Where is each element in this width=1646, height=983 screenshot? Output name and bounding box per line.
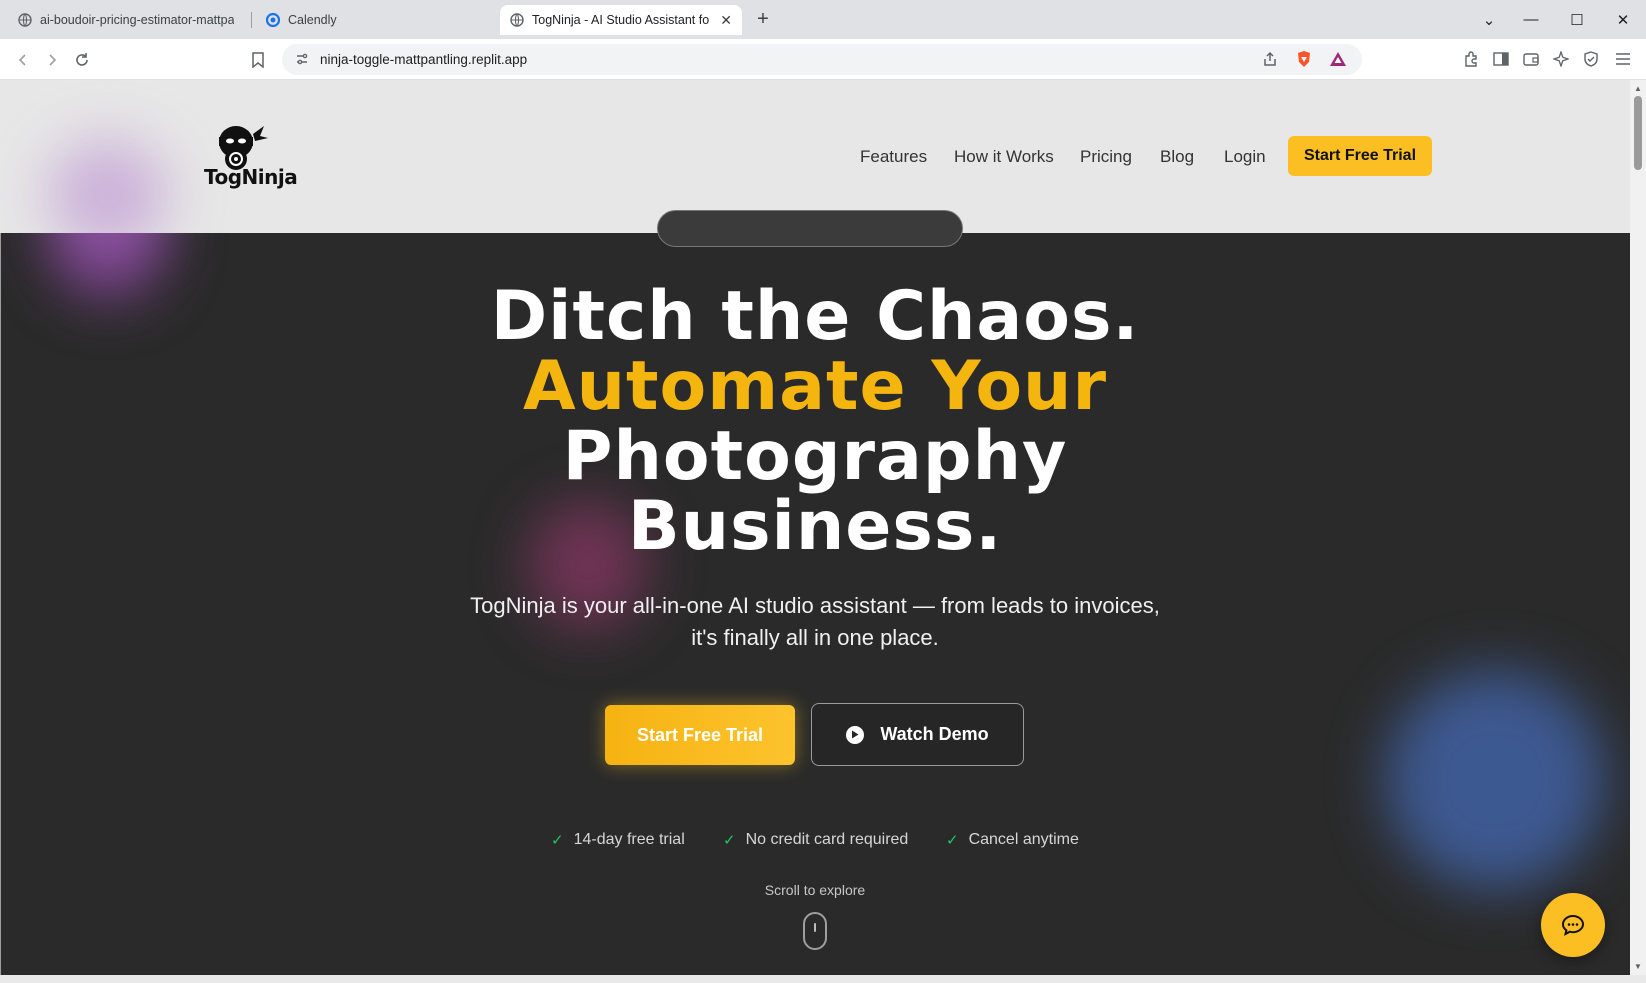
- hero-badge-pill: [657, 210, 963, 247]
- url-text: ninja-toggle-mattpantling.replit.app: [320, 52, 528, 67]
- nav-pricing[interactable]: Pricing: [1080, 147, 1132, 167]
- togninja-logo[interactable]: TogNinja: [204, 122, 298, 194]
- hero-title-line-4: Business.: [627, 487, 1003, 566]
- chat-bubble-icon: [1561, 914, 1585, 936]
- maximize-button[interactable]: ☐: [1554, 0, 1600, 39]
- scrollbar-thumb[interactable]: [1634, 96, 1642, 170]
- tab-search-chevron-icon[interactable]: ⌄: [1466, 0, 1512, 39]
- tab-label: ai-boudoir-pricing-estimator-mattpa: [40, 13, 234, 27]
- calendly-icon: [266, 13, 280, 27]
- brave-rewards-icon[interactable]: [1328, 49, 1348, 69]
- globe-icon: [18, 13, 32, 27]
- tab-ai-boudoir[interactable]: ai-boudoir-pricing-estimator-mattpa: [8, 5, 244, 35]
- new-tab-button[interactable]: +: [750, 6, 776, 32]
- perk-label: Cancel anytime: [968, 831, 1079, 848]
- close-window-button[interactable]: ✕: [1600, 0, 1646, 39]
- globe-icon: [510, 13, 524, 27]
- tab-label: Calendly: [288, 13, 337, 27]
- wallet-icon[interactable]: [1519, 47, 1543, 71]
- reload-icon[interactable]: [69, 47, 95, 73]
- site-settings-icon[interactable]: [292, 49, 312, 69]
- scroll-up-arrow-icon[interactable]: ▲: [1634, 84, 1642, 93]
- bottom-edge-strip: [0, 975, 1646, 983]
- header-start-free-trial-button[interactable]: Start Free Trial: [1288, 136, 1432, 176]
- tab-label: TogNinja - AI Studio Assistant fo: [532, 13, 710, 27]
- tab-separator: [251, 12, 252, 28]
- nav-how-it-works[interactable]: How it Works: [954, 147, 1054, 167]
- hero-title-line-2: Automate Your: [523, 347, 1107, 426]
- bookmark-icon[interactable]: [245, 47, 271, 73]
- vpn-shield-icon[interactable]: [1579, 47, 1603, 71]
- hero-title-line-3: Photography: [562, 417, 1068, 496]
- minimize-button[interactable]: —: [1508, 0, 1554, 39]
- scroll-hint-text: Scroll to explore: [764, 882, 866, 898]
- browser-toolbar: ninja-toggle-mattpantling.replit.app: [0, 39, 1646, 80]
- chat-widget-button[interactable]: [1541, 893, 1605, 957]
- browser-tab-bar: ai-boudoir-pricing-estimator-mattpa Cale…: [0, 0, 1646, 39]
- forward-arrow-icon[interactable]: [39, 47, 65, 73]
- decorative-glow-blue: [1385, 670, 1605, 890]
- brave-shield-icon[interactable]: [1294, 49, 1314, 69]
- perk-label: 14-day free trial: [573, 831, 685, 848]
- close-tab-icon[interactable]: ✕: [720, 12, 732, 29]
- perk-no-credit-card: ✓ No credit card required: [723, 831, 908, 849]
- watch-demo-button[interactable]: Watch Demo: [811, 703, 1024, 766]
- watch-demo-label: Watch Demo: [880, 724, 989, 744]
- extensions-icon[interactable]: [1459, 47, 1483, 71]
- share-icon[interactable]: [1260, 49, 1280, 69]
- hero-title-line-1: Ditch the Chaos.: [490, 277, 1140, 356]
- play-icon: [846, 725, 865, 744]
- nav-login[interactable]: Login: [1224, 147, 1266, 167]
- check-icon: ✓: [946, 832, 959, 849]
- logo-text: TogNinja: [204, 165, 298, 189]
- sidebar-icon[interactable]: [1489, 47, 1513, 71]
- page-scrollbar[interactable]: ▲ ▼: [1630, 80, 1646, 975]
- menu-icon[interactable]: [1611, 47, 1635, 71]
- hero-subtitle-line-2: it's finally all in one place.: [691, 625, 939, 650]
- scroll-mouse-icon: [803, 912, 827, 950]
- tab-calendly[interactable]: Calendly: [256, 5, 486, 35]
- perk-free-trial: ✓ 14-day free trial: [551, 831, 685, 849]
- tab-togninja[interactable]: TogNinja - AI Studio Assistant fo ✕: [500, 5, 742, 35]
- page-viewport: TogNinja Features How it Works Pricing B…: [0, 80, 1630, 975]
- perk-label: No credit card required: [745, 831, 909, 848]
- leo-ai-icon[interactable]: [1549, 47, 1573, 71]
- scroll-down-arrow-icon[interactable]: ▼: [1634, 962, 1642, 971]
- hero-start-free-trial-button[interactable]: Start Free Trial: [605, 705, 795, 765]
- decorative-glow-header: [48, 140, 168, 250]
- check-icon: ✓: [551, 832, 564, 849]
- nav-features[interactable]: Features: [860, 147, 927, 167]
- nav-blog[interactable]: Blog: [1160, 147, 1194, 167]
- hero-subtitle-line-1: TogNinja is your all-in-one AI studio as…: [470, 593, 1160, 618]
- address-bar[interactable]: ninja-toggle-mattpantling.replit.app: [282, 44, 1362, 75]
- check-icon: ✓: [723, 832, 736, 849]
- back-arrow-icon[interactable]: [10, 47, 36, 73]
- perk-cancel-anytime: ✓ Cancel anytime: [946, 831, 1079, 849]
